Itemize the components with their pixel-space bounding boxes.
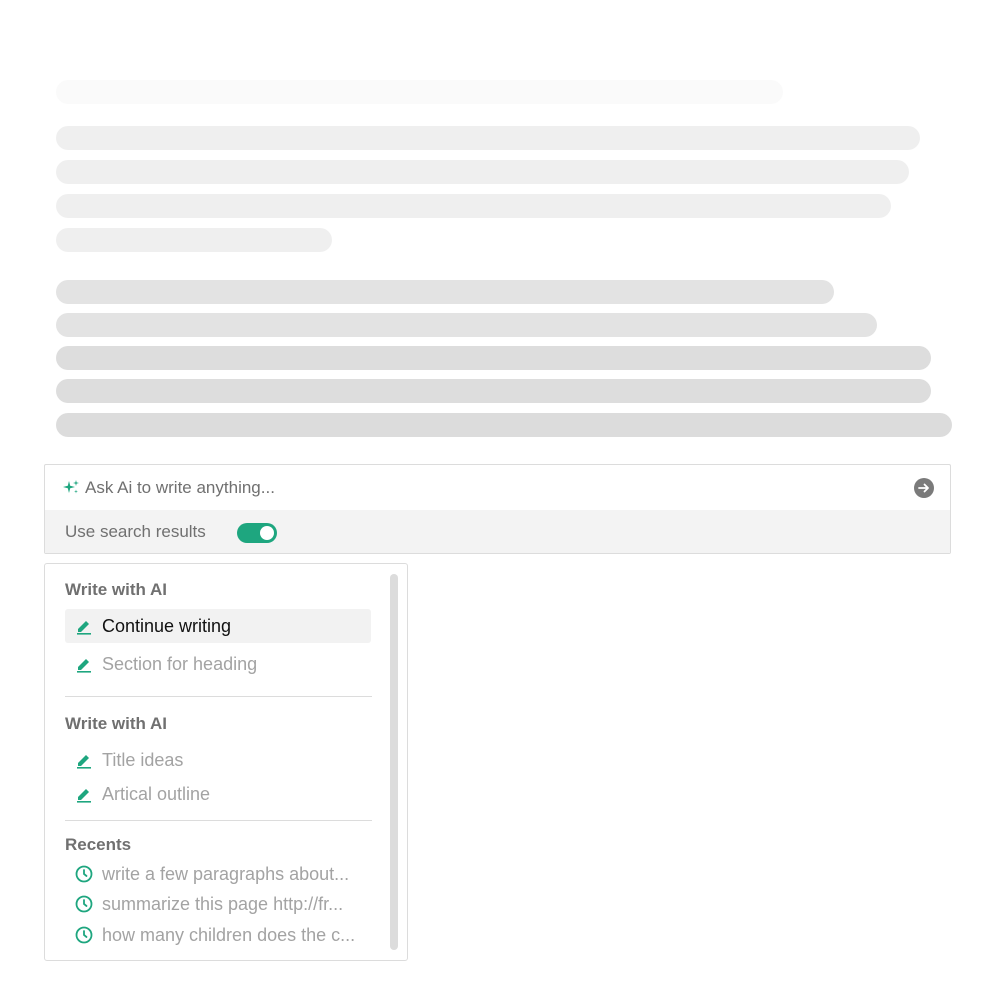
pencil-icon <box>77 755 91 769</box>
clock-icon <box>75 895 93 913</box>
skeleton-line <box>56 228 332 252</box>
pencil-icon <box>77 621 91 635</box>
recent-item[interactable]: write a few paragraphs about... <box>65 857 371 891</box>
menu-item-section-for-heading[interactable]: Section for heading <box>65 647 371 681</box>
pencil-icon <box>77 789 91 803</box>
menu-divider <box>65 820 372 821</box>
ai-options-row: Use search results <box>45 510 950 553</box>
menu-item-label: Continue writing <box>102 616 232 636</box>
section-title-write-with-ai: Write with AI <box>65 580 167 599</box>
skeleton-line <box>56 280 834 304</box>
menu-divider <box>65 696 372 697</box>
pencil-icon <box>77 659 91 673</box>
menu-item-continue-writing[interactable]: Continue writing <box>65 609 371 643</box>
recent-item-label: write a few paragraphs about... <box>102 864 350 884</box>
menu-item-label: Section for heading <box>102 654 258 674</box>
menu-scrollbar[interactable] <box>390 574 398 950</box>
skeleton-line <box>56 413 952 437</box>
ai-suggestions-menu: Write with AI Continue writing Section f… <box>44 563 408 961</box>
menu-item-artical-outline[interactable]: Artical outline <box>65 777 371 811</box>
skeleton-line <box>56 313 877 337</box>
skeleton-line <box>56 346 931 370</box>
ai-prompt-input[interactable] <box>83 473 907 503</box>
recent-item-label: summarize this page http://fr... <box>102 894 344 914</box>
ai-prompt-box: Use search results <box>44 464 951 554</box>
skeleton-line <box>56 126 920 150</box>
recent-item[interactable]: summarize this page http://fr... <box>65 887 371 921</box>
clock-icon <box>75 865 93 883</box>
section-title-write-with-ai: Write with AI <box>65 714 167 733</box>
clock-icon <box>75 926 93 944</box>
ai-input-row <box>45 465 950 511</box>
arrow-right-circle-icon[interactable] <box>914 478 934 498</box>
skeleton-line <box>56 379 931 403</box>
skeleton-title-line <box>56 80 783 104</box>
recent-item[interactable]: how many children does the c... <box>65 918 371 952</box>
section-title-recents: Recents <box>65 835 132 854</box>
use-search-results-toggle[interactable] <box>237 523 277 543</box>
menu-item-label: Title ideas <box>102 750 184 770</box>
use-search-results-label: Use search results <box>65 522 206 541</box>
toggle-knob <box>260 526 274 540</box>
menu-item-label: Artical outline <box>102 784 211 804</box>
skeleton-line <box>56 194 891 218</box>
skeleton-line <box>56 160 909 184</box>
recent-item-label: how many children does the c... <box>102 925 356 945</box>
menu-item-title-ideas[interactable]: Title ideas <box>65 743 371 777</box>
sparkle-icon <box>63 480 79 494</box>
